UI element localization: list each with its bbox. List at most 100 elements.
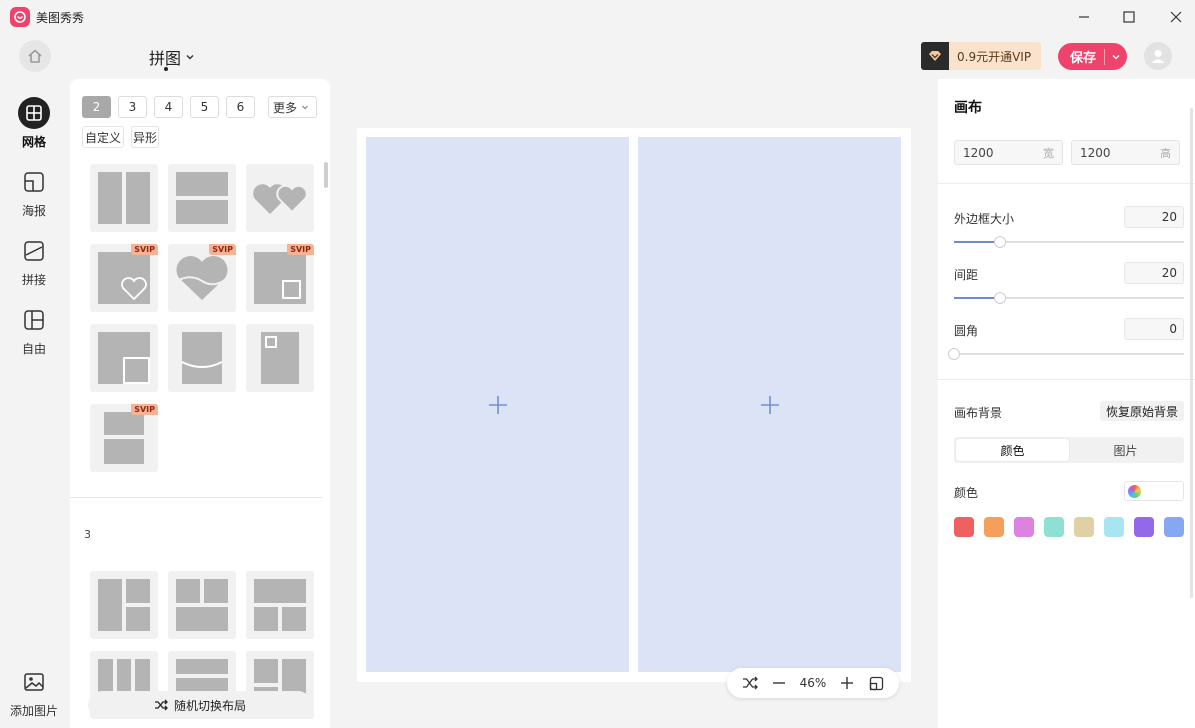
zoom-out-icon[interactable] xyxy=(770,674,788,692)
save-options-chevron-icon[interactable] xyxy=(1105,52,1127,62)
add-photo-plus-icon xyxy=(488,395,507,414)
template-square-inset[interactable]: SVIP xyxy=(246,244,314,312)
template-three-bottom-big[interactable] xyxy=(168,571,236,639)
canvas-background-label: 画布背景 xyxy=(954,406,1003,420)
count-tab-2[interactable]: 2 xyxy=(82,96,111,118)
count-tab-3[interactable]: 3 xyxy=(118,96,147,118)
free-layout-icon xyxy=(18,304,50,336)
restore-background-button[interactable]: 恢复原始背景 xyxy=(1100,401,1184,421)
section-label-count: 3 xyxy=(84,528,91,541)
user-avatar[interactable] xyxy=(1144,42,1172,70)
count-tab-6[interactable]: 6 xyxy=(226,96,255,118)
add-photo-plus-icon xyxy=(760,395,779,414)
width-unit: 宽 xyxy=(1043,146,1054,160)
border-size-slider[interactable] xyxy=(954,236,1184,248)
settings-scrollbar[interactable] xyxy=(1190,108,1193,598)
border-size-label: 外边框大小 xyxy=(954,212,1015,226)
spacing-label: 间距 xyxy=(954,268,979,282)
corner-radius-slider[interactable] xyxy=(948,348,1184,360)
canvas-settings-panel: 画布 1200 宽 1200 高 外边框大小 20 间距 20 圆角 0 画布背… xyxy=(938,79,1195,728)
template-two-columns[interactable] xyxy=(90,164,158,232)
template-three-left-big[interactable] xyxy=(90,571,158,639)
home-button[interactable] xyxy=(19,40,51,72)
color-swatch[interactable] xyxy=(1164,517,1184,537)
count-tab-4[interactable]: 4 xyxy=(154,96,183,118)
diamond-icon xyxy=(921,42,949,70)
corner-radius-label: 圆角 xyxy=(954,324,979,338)
shuffle-icon xyxy=(154,699,168,711)
template-small-inset[interactable] xyxy=(246,324,314,392)
custom-layout-tab[interactable]: 自定义 xyxy=(82,126,124,148)
zoom-level: 46% xyxy=(799,676,827,690)
nav-item-free[interactable]: 自由 xyxy=(0,304,68,357)
collage-cell[interactable] xyxy=(366,137,629,672)
template-heart-inset[interactable]: SVIP xyxy=(90,244,158,312)
collage-canvas xyxy=(357,128,911,682)
color-swatch[interactable] xyxy=(954,517,974,537)
template-curved-split[interactable] xyxy=(168,324,236,392)
background-type-toggle: 颜色 图片 xyxy=(954,437,1184,463)
mode-label: 拼图 xyxy=(149,49,182,68)
border-size-input[interactable]: 20 xyxy=(1124,206,1184,228)
color-swatch[interactable] xyxy=(1014,517,1034,537)
nav-item-grid[interactable]: 网格 xyxy=(0,97,68,150)
poster-icon xyxy=(18,166,50,198)
tab-image[interactable]: 图片 xyxy=(1069,439,1182,461)
fit-to-screen-icon[interactable] xyxy=(867,674,885,692)
color-swatch[interactable] xyxy=(1134,517,1154,537)
zoom-in-icon[interactable] xyxy=(838,674,856,692)
svip-badge: SVIP xyxy=(209,244,236,255)
color-picker[interactable] xyxy=(1124,481,1184,501)
vip-label: 0.9元开通VIP xyxy=(957,49,1032,64)
more-counts-select[interactable]: 更多 xyxy=(268,96,317,118)
corner-radius-input[interactable]: 0 xyxy=(1124,318,1184,340)
color-swatch[interactable] xyxy=(1104,517,1124,537)
nav-item-stitch[interactable]: 拼接 xyxy=(0,235,68,288)
template-stacked-frames[interactable]: SVIP xyxy=(90,404,158,472)
template-three-top-big[interactable] xyxy=(246,571,314,639)
add-image-icon xyxy=(18,666,50,698)
slider-knob[interactable] xyxy=(948,348,960,360)
irregular-layout-tab[interactable]: 异形 xyxy=(131,126,159,148)
color-swatch[interactable] xyxy=(1074,517,1094,537)
template-corner-overlap[interactable] xyxy=(90,324,158,392)
svip-badge: SVIP xyxy=(131,404,158,415)
template-scrollbar[interactable] xyxy=(324,162,328,188)
svip-badge: SVIP xyxy=(287,244,314,255)
color-wheel-icon xyxy=(1128,484,1141,498)
template-heart-split[interactable]: SVIP xyxy=(168,244,236,312)
count-tab-5[interactable]: 5 xyxy=(190,96,219,118)
slider-knob[interactable] xyxy=(994,292,1006,304)
mode-select[interactable]: 拼图 xyxy=(149,45,195,69)
height-unit: 高 xyxy=(1160,146,1171,160)
chevron-down-icon xyxy=(186,55,194,60)
tab-color[interactable]: 颜色 xyxy=(956,439,1069,461)
spacing-input[interactable]: 20 xyxy=(1124,262,1184,284)
vip-button[interactable]: 0.9元开通VIP xyxy=(921,42,1041,70)
title-bar: 美图秀秀 xyxy=(0,0,1195,34)
nav-label: 添加图片 xyxy=(9,704,58,718)
template-two-rows[interactable] xyxy=(168,164,236,232)
zoom-toolbar: 46% xyxy=(727,668,899,698)
height-value: 1200 xyxy=(1080,145,1111,160)
spacing-slider[interactable] xyxy=(954,292,1184,304)
nav-label: 网格 xyxy=(21,135,46,149)
save-button[interactable]: 保存 xyxy=(1058,43,1127,70)
template-two-hearts[interactable] xyxy=(246,164,314,232)
maximize-button[interactable] xyxy=(1117,5,1141,29)
color-swatch[interactable] xyxy=(1044,517,1064,537)
close-button[interactable] xyxy=(1164,5,1188,29)
add-image-button[interactable]: 添加图片 xyxy=(0,666,68,719)
random-layout-button[interactable]: 随机切换布局 xyxy=(88,691,312,719)
collage-cell[interactable] xyxy=(638,137,901,672)
color-swatch[interactable] xyxy=(984,517,1004,537)
shuffle-icon[interactable] xyxy=(741,674,759,692)
stitch-icon xyxy=(18,235,50,267)
slider-knob[interactable] xyxy=(994,236,1006,248)
nav-item-poster[interactable]: 海报 xyxy=(0,166,68,219)
minimize-button[interactable] xyxy=(1072,5,1096,29)
grid-icon xyxy=(18,97,50,129)
canvas-width-field[interactable]: 1200 宽 xyxy=(954,140,1063,165)
width-value: 1200 xyxy=(963,145,994,160)
canvas-height-field[interactable]: 1200 高 xyxy=(1071,140,1180,165)
